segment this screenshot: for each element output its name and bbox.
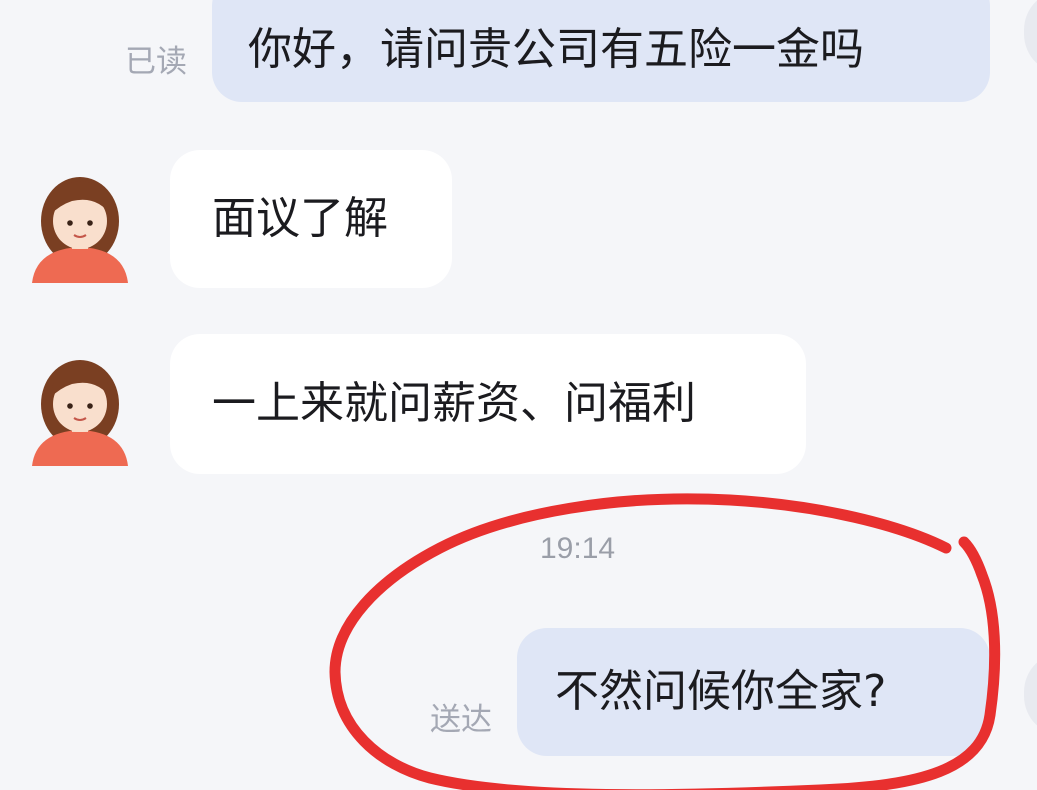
self-avatar-partial [1024,652,1037,736]
message-timestamp: 19:14 [540,532,616,565]
delivered-status: 送达 [430,702,492,738]
contact-avatar[interactable] [28,348,132,466]
incoming-message-bubble[interactable]: 一上来就问薪资、问福利 [170,334,806,474]
message-text: 面议了解 [212,193,388,244]
contact-avatar[interactable] [28,165,132,283]
message-text: 一上来就问薪资、问福利 [212,378,696,429]
outgoing-message-bubble[interactable]: 不然问候你全家? [517,628,990,756]
incoming-message-bubble[interactable]: 面议了解 [170,150,452,288]
message-text: 你好，请问贵公司有五险一金吗 [248,24,864,75]
cartoon-girl-avatar-icon [32,360,128,466]
cartoon-girl-avatar-icon [32,177,128,283]
read-status: 已读 [125,44,187,80]
outgoing-message-bubble[interactable]: 你好，请问贵公司有五险一金吗 [212,0,990,102]
self-avatar-partial [1024,0,1037,74]
message-text: 不然问候你全家? [555,666,887,717]
